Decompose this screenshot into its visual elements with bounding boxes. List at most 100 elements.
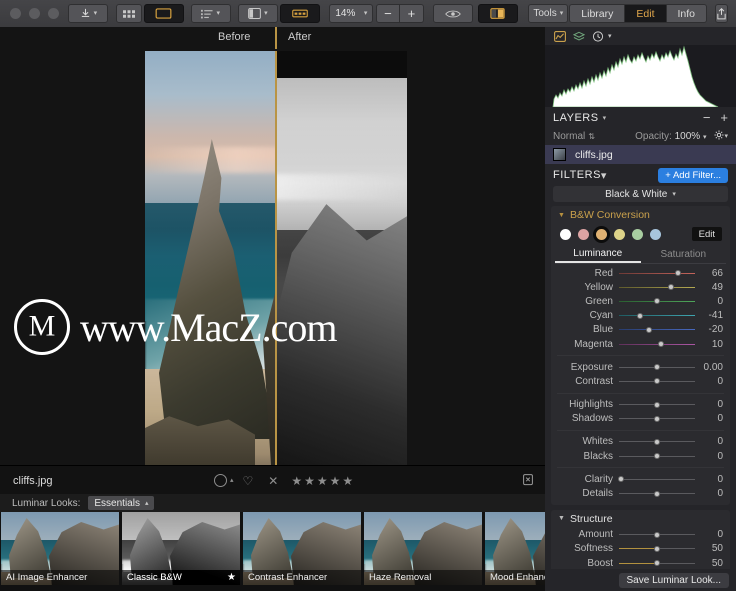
slider-track-green[interactable] — [619, 295, 695, 307]
grid-view-button[interactable] — [115, 4, 142, 23]
star-1[interactable]: ★ — [291, 475, 302, 487]
star-4[interactable]: ★ — [330, 475, 341, 487]
slider-track-blue[interactable] — [619, 324, 695, 336]
sort-button[interactable]: ▾ — [190, 4, 231, 23]
look-thumbnail[interactable]: Contrast Enhancer — [243, 512, 361, 585]
opacity-control[interactable]: Opacity: 100% ▾ — [635, 131, 706, 142]
look-thumbnail[interactable]: Classic B&W ★ — [122, 512, 240, 585]
swatch-white[interactable] — [560, 228, 571, 240]
bw-conversion-header[interactable]: ▼ B&W Conversion — [551, 206, 730, 224]
mode-info-button[interactable]: Info — [666, 4, 708, 23]
slider-track-shadows[interactable] — [619, 413, 695, 425]
watermark: www.MacZ.com — [14, 299, 337, 355]
layer-row-cliffs[interactable]: cliffs.jpg — [545, 145, 736, 164]
looks-thumbnail-strip[interactable]: AI Image Enhancer Classic B&W ★ Contrast… — [0, 512, 603, 591]
look-thumbnail[interactable]: AI Image Enhancer — [1, 512, 119, 585]
add-filter-button[interactable]: + Add Filter... — [658, 167, 728, 183]
sidebar-toggle-button[interactable]: ▾ — [237, 4, 278, 23]
disclosure-triangle-icon[interactable]: ▼ — [558, 212, 565, 219]
slider-row-blue: Blue -20 — [551, 323, 730, 337]
swatch-yellow[interactable] — [614, 228, 625, 240]
star-5[interactable]: ★ — [342, 475, 353, 487]
delete-button[interactable] — [522, 473, 534, 489]
slider-track-softness[interactable] — [619, 543, 695, 555]
image-canvas[interactable]: Before After www.MacZ.co — [0, 27, 545, 475]
zoom-out-button[interactable]: − — [375, 4, 400, 23]
history-clock-icon[interactable] — [592, 30, 604, 42]
star-rating[interactable]: ★ ★ ★ ★ ★ — [291, 475, 353, 487]
slider-value: 0 — [717, 413, 723, 425]
tab-luminance[interactable]: Luminance — [555, 246, 641, 263]
slider-label: Magenta — [574, 338, 613, 350]
swatch-red[interactable] — [578, 228, 589, 240]
updown-icon[interactable]: ⇅ — [588, 132, 595, 141]
opacity-label: Opacity: — [635, 131, 672, 142]
look-name: Haze Removal — [369, 572, 432, 583]
slider-track-whites[interactable] — [619, 436, 695, 448]
luminar-window: ▾ ▾ ▾ 14% ▾ − + Tools ▾ Library Edit Inf… — [0, 0, 736, 591]
export-button[interactable]: ▾ — [68, 4, 109, 23]
look-thumbnail[interactable]: Haze Removal — [364, 512, 482, 585]
zoom-in-button[interactable]: + — [399, 4, 424, 23]
filmstrip-toggle-button[interactable] — [279, 4, 320, 23]
slider-track-amount[interactable] — [619, 529, 695, 541]
color-label-icon[interactable] — [214, 474, 227, 487]
slider-value: 0 — [717, 436, 723, 448]
save-luminar-look-button[interactable]: Save Luminar Look... — [618, 572, 729, 588]
looks-category-dropdown[interactable]: Essentials ▴ — [88, 496, 155, 510]
swatch-orange[interactable] — [596, 228, 607, 240]
tools-menu-button[interactable]: Tools ▾ — [528, 4, 569, 23]
share-icon — [717, 7, 726, 19]
photo-preview[interactable] — [145, 51, 407, 475]
slider-track-exposure[interactable] — [619, 361, 695, 373]
star-3[interactable]: ★ — [317, 475, 328, 487]
slider-value: 66 — [711, 267, 723, 279]
slider-track-boost[interactable] — [619, 557, 695, 569]
before-after-split-handle[interactable] — [275, 51, 277, 475]
layers-stack-icon[interactable] — [573, 31, 585, 42]
blend-mode-value[interactable]: Normal — [553, 131, 585, 142]
slider-track-yellow[interactable] — [619, 281, 695, 293]
slider-row-clarity: Clarity 0 — [551, 472, 730, 486]
add-layer-button[interactable]: + — [720, 111, 728, 124]
preview-toggle-button[interactable] — [433, 4, 474, 23]
slider-track-highlights[interactable] — [619, 399, 695, 411]
slider-track-red[interactable] — [619, 267, 695, 279]
close-button[interactable] — [10, 8, 21, 19]
slider-track-contrast[interactable] — [619, 375, 695, 387]
zoom-button[interactable] — [48, 8, 59, 19]
looks-category-value: Essentials — [94, 497, 140, 509]
opacity-value: 100% — [674, 131, 701, 142]
filter-preset-dropdown[interactable]: Black & White ▾ — [553, 186, 728, 202]
disclosure-triangle-icon[interactable]: ▼ — [558, 515, 565, 522]
share-button[interactable] — [715, 4, 729, 23]
slider-track-cyan[interactable] — [619, 310, 695, 322]
tab-saturation[interactable]: Saturation — [641, 246, 727, 263]
chevron-down-icon[interactable]: ▾ — [601, 169, 607, 182]
heart-icon[interactable]: ♡ — [243, 475, 254, 487]
remove-layer-button[interactable]: − — [703, 111, 711, 124]
swatch-blue[interactable] — [650, 228, 661, 240]
slider-row-amount: Amount 0 — [551, 528, 730, 542]
slider-track-magenta[interactable] — [619, 338, 695, 350]
single-view-button[interactable] — [143, 4, 184, 23]
slider-track-details[interactable] — [619, 488, 695, 500]
slider-track-clarity[interactable] — [617, 473, 695, 485]
structure-header[interactable]: ▼ Structure — [551, 510, 730, 528]
swatch-green[interactable] — [632, 228, 643, 240]
chevron-down-icon[interactable]: ▾ — [603, 114, 607, 122]
layer-settings-button[interactable] — [714, 130, 724, 143]
reject-icon[interactable]: ✕ — [268, 475, 278, 487]
compare-toggle-button[interactable] — [477, 4, 518, 23]
zoom-level-field[interactable]: 14% ▾ — [329, 4, 374, 23]
slider-track-blacks[interactable] — [619, 450, 695, 462]
histogram-graph — [552, 45, 719, 107]
mode-edit-button[interactable]: Edit — [625, 4, 667, 23]
window-controls — [10, 8, 59, 19]
histogram-icon[interactable] — [554, 30, 566, 42]
mode-library-button[interactable]: Library — [569, 4, 626, 23]
minimize-button[interactable] — [29, 8, 40, 19]
star-2[interactable]: ★ — [304, 475, 315, 487]
edit-swatches-button[interactable]: Edit — [691, 227, 722, 241]
chevron-down-icon[interactable]: ▾ — [608, 33, 612, 40]
